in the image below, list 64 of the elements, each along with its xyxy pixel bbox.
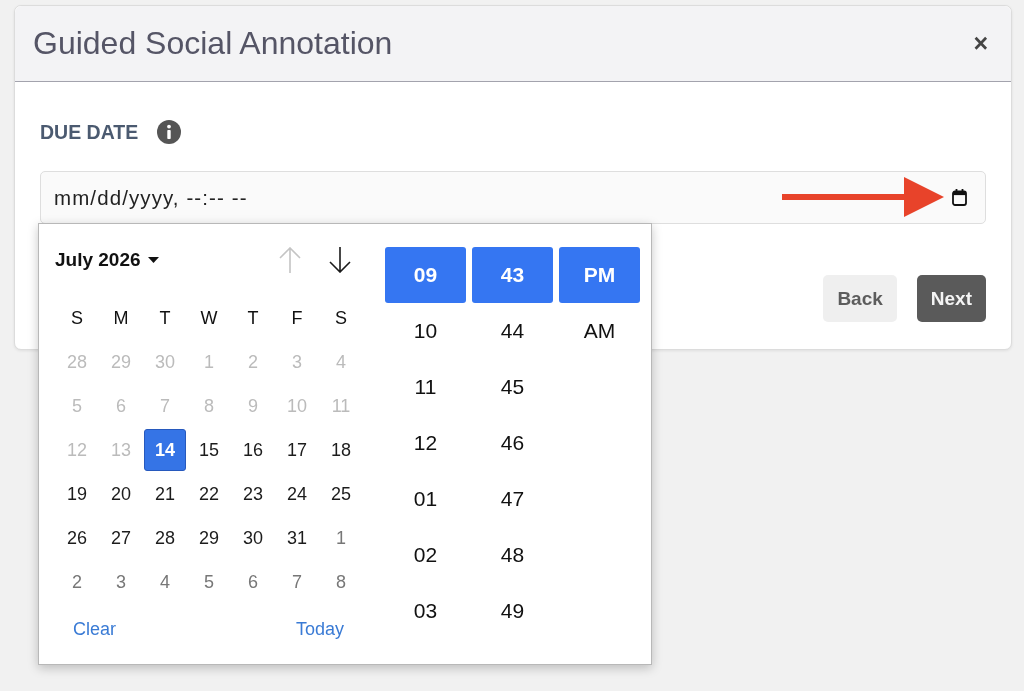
minute-option[interactable]: 47 — [472, 471, 553, 527]
weekday-label: S — [334, 306, 348, 330]
calendar-day[interactable]: 25 — [320, 473, 362, 515]
hour-option[interactable]: 03 — [385, 583, 466, 639]
weekday-label: W — [199, 306, 219, 330]
weekday-label: M — [112, 306, 130, 330]
calendar-day[interactable]: 23 — [232, 473, 274, 515]
calendar-day[interactable]: 22 — [188, 473, 230, 515]
calendar-day[interactable]: 26 — [56, 517, 98, 559]
calendar-day[interactable]: 21 — [144, 473, 186, 515]
calendar-day[interactable]: 20 — [100, 473, 142, 515]
minute-option[interactable]: 46 — [472, 415, 553, 471]
period-option[interactable]: PM — [559, 247, 640, 303]
hour-option[interactable]: 09 — [385, 247, 466, 303]
hour-option[interactable]: 12 — [385, 415, 466, 471]
minute-option[interactable]: 49 — [472, 583, 553, 639]
calendar-day[interactable]: 30 — [232, 517, 274, 559]
calendar-day[interactable]: 4 — [144, 561, 186, 603]
calendar-link[interactable]: Today — [295, 618, 344, 640]
calendar-day[interactable]: 5 — [188, 561, 230, 603]
calendar-link[interactable]: Clear — [73, 618, 116, 640]
calendar-day[interactable]: 31 — [276, 517, 318, 559]
minute-option[interactable]: 43 — [472, 247, 553, 303]
calendar-day[interactable]: 16 — [232, 429, 274, 471]
calendar-day[interactable]: 17 — [276, 429, 318, 471]
calendar-day[interactable]: 29 — [188, 517, 230, 559]
annotation-arrow-icon — [782, 176, 944, 218]
next-button[interactable]: Next — [916, 275, 986, 322]
calendar-day[interactable]: 14 — [144, 429, 186, 471]
hour-option[interactable]: 02 — [385, 527, 466, 583]
dialog-title: Guided Social Annotation — [33, 25, 393, 62]
date-time-field[interactable]: mm/dd/yyyy, --:-- -- — [40, 171, 986, 224]
hour-option[interactable]: 01 — [385, 471, 466, 527]
weekday-label: T — [246, 306, 260, 330]
calendar-day[interactable]: 28 — [144, 517, 186, 559]
arrow-up-icon — [279, 247, 301, 273]
close-button[interactable]: × — [971, 31, 990, 56]
calendar-icon[interactable] — [952, 189, 967, 206]
calendar-day[interactable]: 19 — [56, 473, 98, 515]
hour-option[interactable]: 10 — [385, 303, 466, 359]
period-option[interactable]: AM — [559, 303, 640, 359]
calendar-day[interactable]: 1 — [320, 517, 362, 559]
calendar-day[interactable]: 7 — [276, 561, 318, 603]
back-button[interactable]: Back — [823, 275, 897, 322]
hour-option[interactable]: 11 — [385, 359, 466, 415]
calendar-day[interactable]: 18 — [320, 429, 362, 471]
calendar-day[interactable]: 3 — [100, 561, 142, 603]
weekday-label: S — [70, 306, 84, 330]
calendar-day[interactable]: 6 — [232, 561, 274, 603]
weekday-label: T — [158, 306, 172, 330]
calendar-day[interactable]: 2 — [56, 561, 98, 603]
minute-option[interactable]: 45 — [472, 359, 553, 415]
field-label: DUE DATE — [40, 120, 139, 144]
calendar-day[interactable]: 24 — [276, 473, 318, 515]
month-select-button[interactable]: July 2026 — [55, 249, 159, 271]
calendar-day[interactable]: 15 — [188, 429, 230, 471]
calendar-day[interactable]: 8 — [320, 561, 362, 603]
minute-option[interactable]: 44 — [472, 303, 553, 359]
weekday-label: F — [290, 306, 304, 330]
info-icon[interactable] — [157, 120, 182, 144]
caret-down-icon — [147, 257, 159, 263]
calendar-day[interactable]: 27 — [100, 517, 142, 559]
arrow-down-icon — [329, 247, 351, 273]
minute-option[interactable]: 48 — [472, 527, 553, 583]
